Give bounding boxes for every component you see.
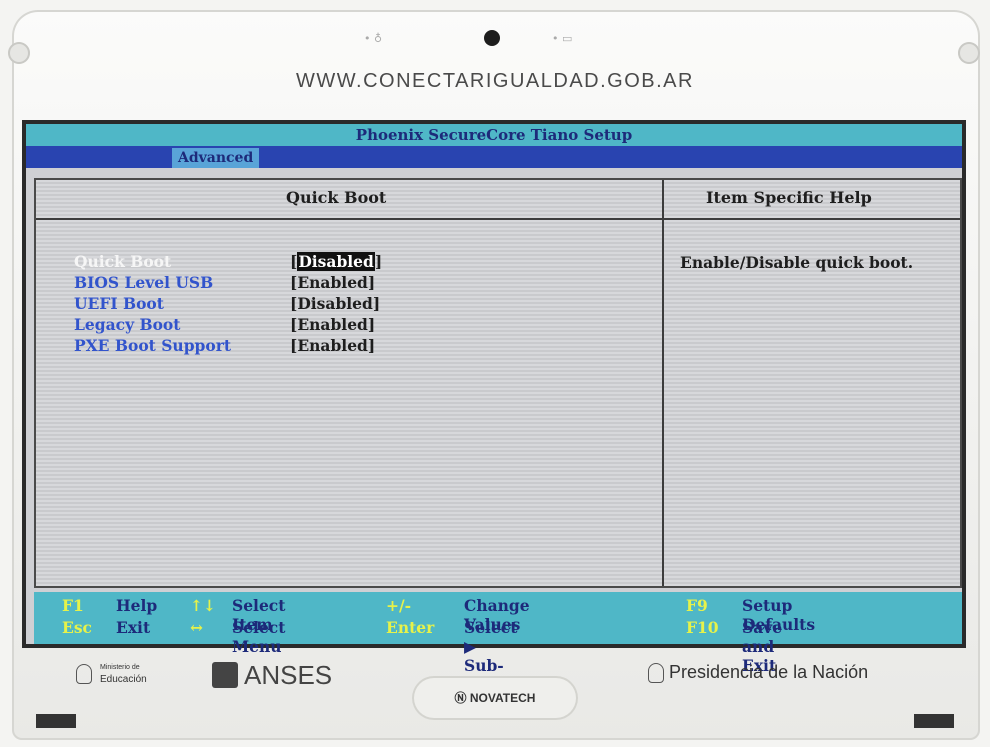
presidencia-logo: Presidencia de la Nación	[648, 662, 868, 683]
setting-bios-level-usb[interactable]: BIOS Level USB [Enabled]	[74, 273, 434, 294]
key-enter: Enter	[386, 618, 435, 637]
camera-led-icon: • ▭	[552, 32, 573, 45]
panel-header-divider	[36, 218, 960, 220]
hinge-right	[958, 42, 980, 64]
educacion-logo: Ministerio de Educación	[76, 664, 147, 685]
key-f9: F9	[686, 596, 708, 615]
emblem-icon	[648, 663, 664, 683]
setting-value[interactable]: [Disabled]	[290, 294, 380, 313]
bios-title: Phoenix SecureCore Tiano Setup	[355, 126, 633, 144]
help-text: Enable/Disable quick boot.	[680, 253, 914, 272]
setting-uefi-boot[interactable]: UEFI Boot [Disabled]	[74, 294, 434, 315]
hinge-left	[8, 42, 30, 64]
screen: Phoenix SecureCore Tiano Setup Advanced …	[22, 120, 966, 694]
key-f1: F1	[62, 596, 84, 615]
help-header: Item Specific Help	[706, 188, 872, 207]
setting-label: Quick Boot	[74, 252, 172, 271]
setting-label: BIOS Level USB	[74, 273, 214, 292]
key-plus-minus: +/-	[386, 596, 412, 615]
key-desc: Help	[116, 596, 158, 615]
tab-advanced[interactable]: Advanced	[172, 148, 260, 168]
panel-header: Quick Boot	[286, 188, 387, 207]
help-divider	[662, 180, 664, 586]
bios-setup: Phoenix SecureCore Tiano Setup Advanced …	[26, 124, 962, 694]
key-desc: Exit	[116, 618, 151, 637]
anses-icon	[212, 662, 238, 688]
key-left-right: ↔	[190, 618, 203, 637]
key-legend: F1 Help ↑↓ Select Item +/- Change Values…	[34, 592, 962, 694]
setting-value[interactable]: [Enabled]	[290, 315, 375, 334]
emblem-icon	[76, 664, 92, 684]
novatech-badge: Ⓝ NOVATECH	[412, 676, 578, 720]
setting-label: Legacy Boot	[74, 315, 181, 334]
key-desc: Select Menu	[232, 618, 286, 656]
mic-indicator-icon: • ♁	[364, 32, 383, 45]
webcam-icon	[484, 30, 500, 46]
bezel-url: WWW.CONECTARIGUALDAD.GOB.AR	[296, 70, 694, 92]
hinge-slot-left	[36, 714, 76, 728]
settings-panel: Quick Boot Item Specific Help Quick Boot…	[34, 178, 962, 588]
setting-legacy-boot[interactable]: Legacy Boot [Enabled]	[74, 315, 434, 336]
setting-pxe-boot-support[interactable]: PXE Boot Support [Enabled]	[74, 336, 434, 357]
setting-quick-boot[interactable]: Quick Boot [Disabled]	[74, 252, 434, 273]
setting-label: UEFI Boot	[74, 294, 164, 313]
bios-title-bar: Phoenix SecureCore Tiano Setup	[26, 124, 962, 146]
setting-value[interactable]: [Enabled]	[290, 273, 375, 292]
settings-list: Quick Boot [Disabled] BIOS Level USB [En…	[74, 252, 434, 357]
key-up-down: ↑↓	[190, 596, 216, 615]
novatech-icon: Ⓝ	[454, 691, 470, 705]
setting-label: PXE Boot Support	[74, 336, 232, 355]
key-esc: Esc	[62, 618, 92, 637]
bios-menu-bar: Advanced	[26, 146, 962, 168]
hinge-slot-right	[914, 714, 954, 728]
anses-logo: ANSES	[212, 660, 332, 691]
setting-value[interactable]: [Disabled]	[290, 252, 382, 271]
setting-value[interactable]: [Enabled]	[290, 336, 375, 355]
key-f10: F10	[686, 618, 719, 637]
